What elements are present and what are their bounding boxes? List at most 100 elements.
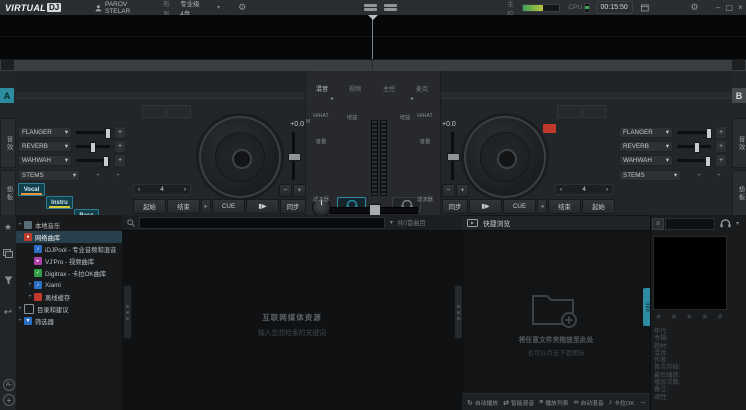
- deck-b-fx-tab[interactable]: 音效: [732, 118, 746, 168]
- loop-next-icon[interactable]: ›: [606, 186, 608, 193]
- close-button[interactable]: ×: [735, 1, 746, 14]
- deck-b-title-bar[interactable]: [441, 71, 732, 99]
- expander-icon[interactable]: +: [16, 222, 24, 228]
- deck-a-fx1-select[interactable]: FLANGER▾: [18, 127, 72, 138]
- deck-b-fx3-slider[interactable]: [677, 159, 711, 162]
- tree-item-filters[interactable]: + ▼ 筛选器: [16, 315, 122, 327]
- prelisten-button[interactable]: [718, 217, 732, 229]
- deck-a-fx3-add-button[interactable]: +: [114, 154, 126, 167]
- deck-a-jog-wheel[interactable]: [199, 116, 281, 198]
- layout-2deck-icon[interactable]: [364, 3, 377, 12]
- track-info-search-field[interactable]: [665, 218, 715, 230]
- deck-a-loop-in-button[interactable]: 起始: [133, 199, 166, 214]
- covers-icon[interactable]: [2, 247, 14, 259]
- arrow-right-icon[interactable]: ▸: [331, 95, 334, 102]
- loop-prev-icon[interactable]: ‹: [560, 186, 562, 193]
- deck-b-info-box-2[interactable]: [582, 105, 606, 118]
- deck-a-fx2-select[interactable]: REVERB▾: [18, 141, 72, 152]
- tree-item-folders-suggestions[interactable]: + 目录和建议: [16, 303, 122, 315]
- zoom-decrease-icon[interactable]: A-: [3, 379, 15, 391]
- deck-a-stem-vocal[interactable]: Vocal: [18, 183, 45, 196]
- deck-b-stems-add-2[interactable]: +: [717, 172, 721, 179]
- deck-b-fx3-add-button[interactable]: +: [715, 154, 727, 167]
- toolbar-autoplay[interactable]: ↻自动播放: [467, 398, 498, 407]
- panel-collapse-handle-left[interactable]: [123, 285, 132, 339]
- deck-a-info-box-1[interactable]: [142, 105, 166, 118]
- deck-b-pitch-minus-button[interactable]: −: [442, 184, 455, 197]
- toolbar-automix[interactable]: ∞自动混音: [573, 398, 603, 407]
- expander-icon[interactable]: -: [16, 234, 24, 240]
- mixer-tab-master[interactable]: 主控: [374, 84, 404, 93]
- search-input[interactable]: [139, 217, 385, 229]
- deck-a-fx3-slider[interactable]: [76, 159, 110, 162]
- expander-icon[interactable]: +: [16, 306, 24, 312]
- deck-b-pitch-handle[interactable]: [447, 153, 460, 161]
- deck-a-loop-control[interactable]: ‹ 4 ›: [133, 184, 191, 195]
- loop-prev-icon[interactable]: ‹: [138, 186, 140, 193]
- settings-gear-icon[interactable]: ⚙: [238, 2, 246, 13]
- deck-b-fx3-select[interactable]: WAHWAH▾: [619, 155, 673, 166]
- calendar-icon[interactable]: [641, 3, 649, 12]
- deck-b-pitch-plus-button[interactable]: +: [456, 184, 469, 197]
- arrow-left-icon[interactable]: ◂: [410, 95, 413, 102]
- deck-b-cue-button[interactable]: CUE: [503, 199, 536, 214]
- deck-b-fx1-slider[interactable]: [677, 131, 711, 134]
- deck-b-fx1-select[interactable]: FLANGER▾: [619, 127, 673, 138]
- deck-b-fx2-select[interactable]: REVERB▾: [619, 141, 673, 152]
- mixer-tab-mic[interactable]: 麦克: [407, 84, 437, 93]
- deck-a-fx1-slider[interactable]: [76, 131, 110, 134]
- deck-b-jog-wheel[interactable]: [464, 116, 546, 198]
- deck-a-fx3-select[interactable]: WAHWAH▾: [18, 155, 72, 166]
- deck-b-sync-button[interactable]: 同步: [442, 199, 468, 214]
- maximize-button[interactable]: ▢: [724, 1, 735, 14]
- tree-item-xiami[interactable]: + ♪ Xiami: [16, 279, 122, 291]
- deck-b-stems-add-1[interactable]: +: [697, 172, 701, 179]
- deck-a-fx2-add-button[interactable]: +: [114, 140, 126, 153]
- deck-b-loop-in-button[interactable]: 起始: [582, 199, 615, 214]
- deck-a-stems-select[interactable]: STEMS▾: [18, 170, 80, 181]
- menu-icon[interactable]: ≡: [652, 218, 664, 230]
- tree-item-offline-cache[interactable]: + 离线缓存: [16, 291, 122, 303]
- deck-b-pads-tab[interactable]: 垫板: [732, 170, 746, 216]
- tree-item-idjpool[interactable]: ♪ iDJPool - 专业音频和混音: [16, 243, 122, 255]
- back-arrow-icon[interactable]: ↩: [2, 306, 14, 318]
- deck-a-title-bar[interactable]: [16, 71, 305, 99]
- tree-item-vjpro[interactable]: ▸ VJ'Pro - 视频曲库: [16, 255, 122, 267]
- layout-4deck-icon[interactable]: [384, 3, 397, 12]
- deck-a-cue-button[interactable]: CUE: [212, 199, 245, 214]
- tree-item-digitrax[interactable]: ✓ Digitrax - 卡拉OK曲库: [16, 267, 122, 279]
- tree-item-local-music[interactable]: + 本地音乐: [16, 219, 122, 231]
- tree-item-online-library[interactable]: - ● 网络曲库: [16, 231, 122, 243]
- waveform-display[interactable]: [0, 15, 746, 59]
- deck-a-pads-tab[interactable]: 垫板: [0, 170, 16, 216]
- deck-b-fx2-add-button[interactable]: +: [715, 140, 727, 153]
- deck-a-stems-add-2[interactable]: +: [116, 172, 120, 179]
- chevron-down-icon[interactable]: ▾: [736, 220, 739, 227]
- user-account[interactable]: PAROV STELAR: [95, 1, 147, 15]
- expander-icon[interactable]: +: [16, 318, 24, 324]
- deck-a-fx-tab[interactable]: 音效: [0, 118, 16, 168]
- toolbar-karaoke[interactable]: ♪卡拉OK: [609, 398, 634, 407]
- toolbar-smart-mix[interactable]: ⇄智能混音: [503, 398, 534, 407]
- toolbar-more[interactable]: →: [639, 399, 646, 406]
- deck-a-loop-out-button[interactable]: 结束: [167, 199, 200, 214]
- loop-next-icon[interactable]: ›: [184, 186, 186, 193]
- deck-b-play-button[interactable]: ▮▶: [469, 199, 502, 214]
- deck-b-fx2-slider[interactable]: [677, 145, 711, 148]
- deck-a-expand-button[interactable]: ▸: [201, 199, 211, 214]
- mixer-tab-mixer[interactable]: 混音: [307, 84, 337, 93]
- minimize-button[interactable]: –: [713, 1, 724, 14]
- deck-b-loop-out-button[interactable]: 结束: [548, 199, 581, 214]
- deck-a-badge[interactable]: A: [0, 88, 14, 103]
- deck-a-pitch-handle[interactable]: [288, 153, 301, 161]
- deck-a-info-box-2[interactable]: [167, 105, 191, 118]
- options-gear-icon[interactable]: ⚙: [691, 2, 699, 13]
- deck-b-badge[interactable]: B: [732, 88, 746, 103]
- deck-b-loop-control[interactable]: ‹ 4 ›: [555, 184, 613, 195]
- deck-b-stems-select[interactable]: STEMS▾: [619, 170, 681, 181]
- filter-funnel-icon[interactable]: [2, 274, 14, 286]
- deck-a-stems-add-1[interactable]: +: [96, 172, 100, 179]
- expander-icon[interactable]: +: [26, 282, 34, 288]
- deck-a-fx1-add-button[interactable]: +: [114, 126, 126, 139]
- deck-b-info-box-1[interactable]: [557, 105, 581, 118]
